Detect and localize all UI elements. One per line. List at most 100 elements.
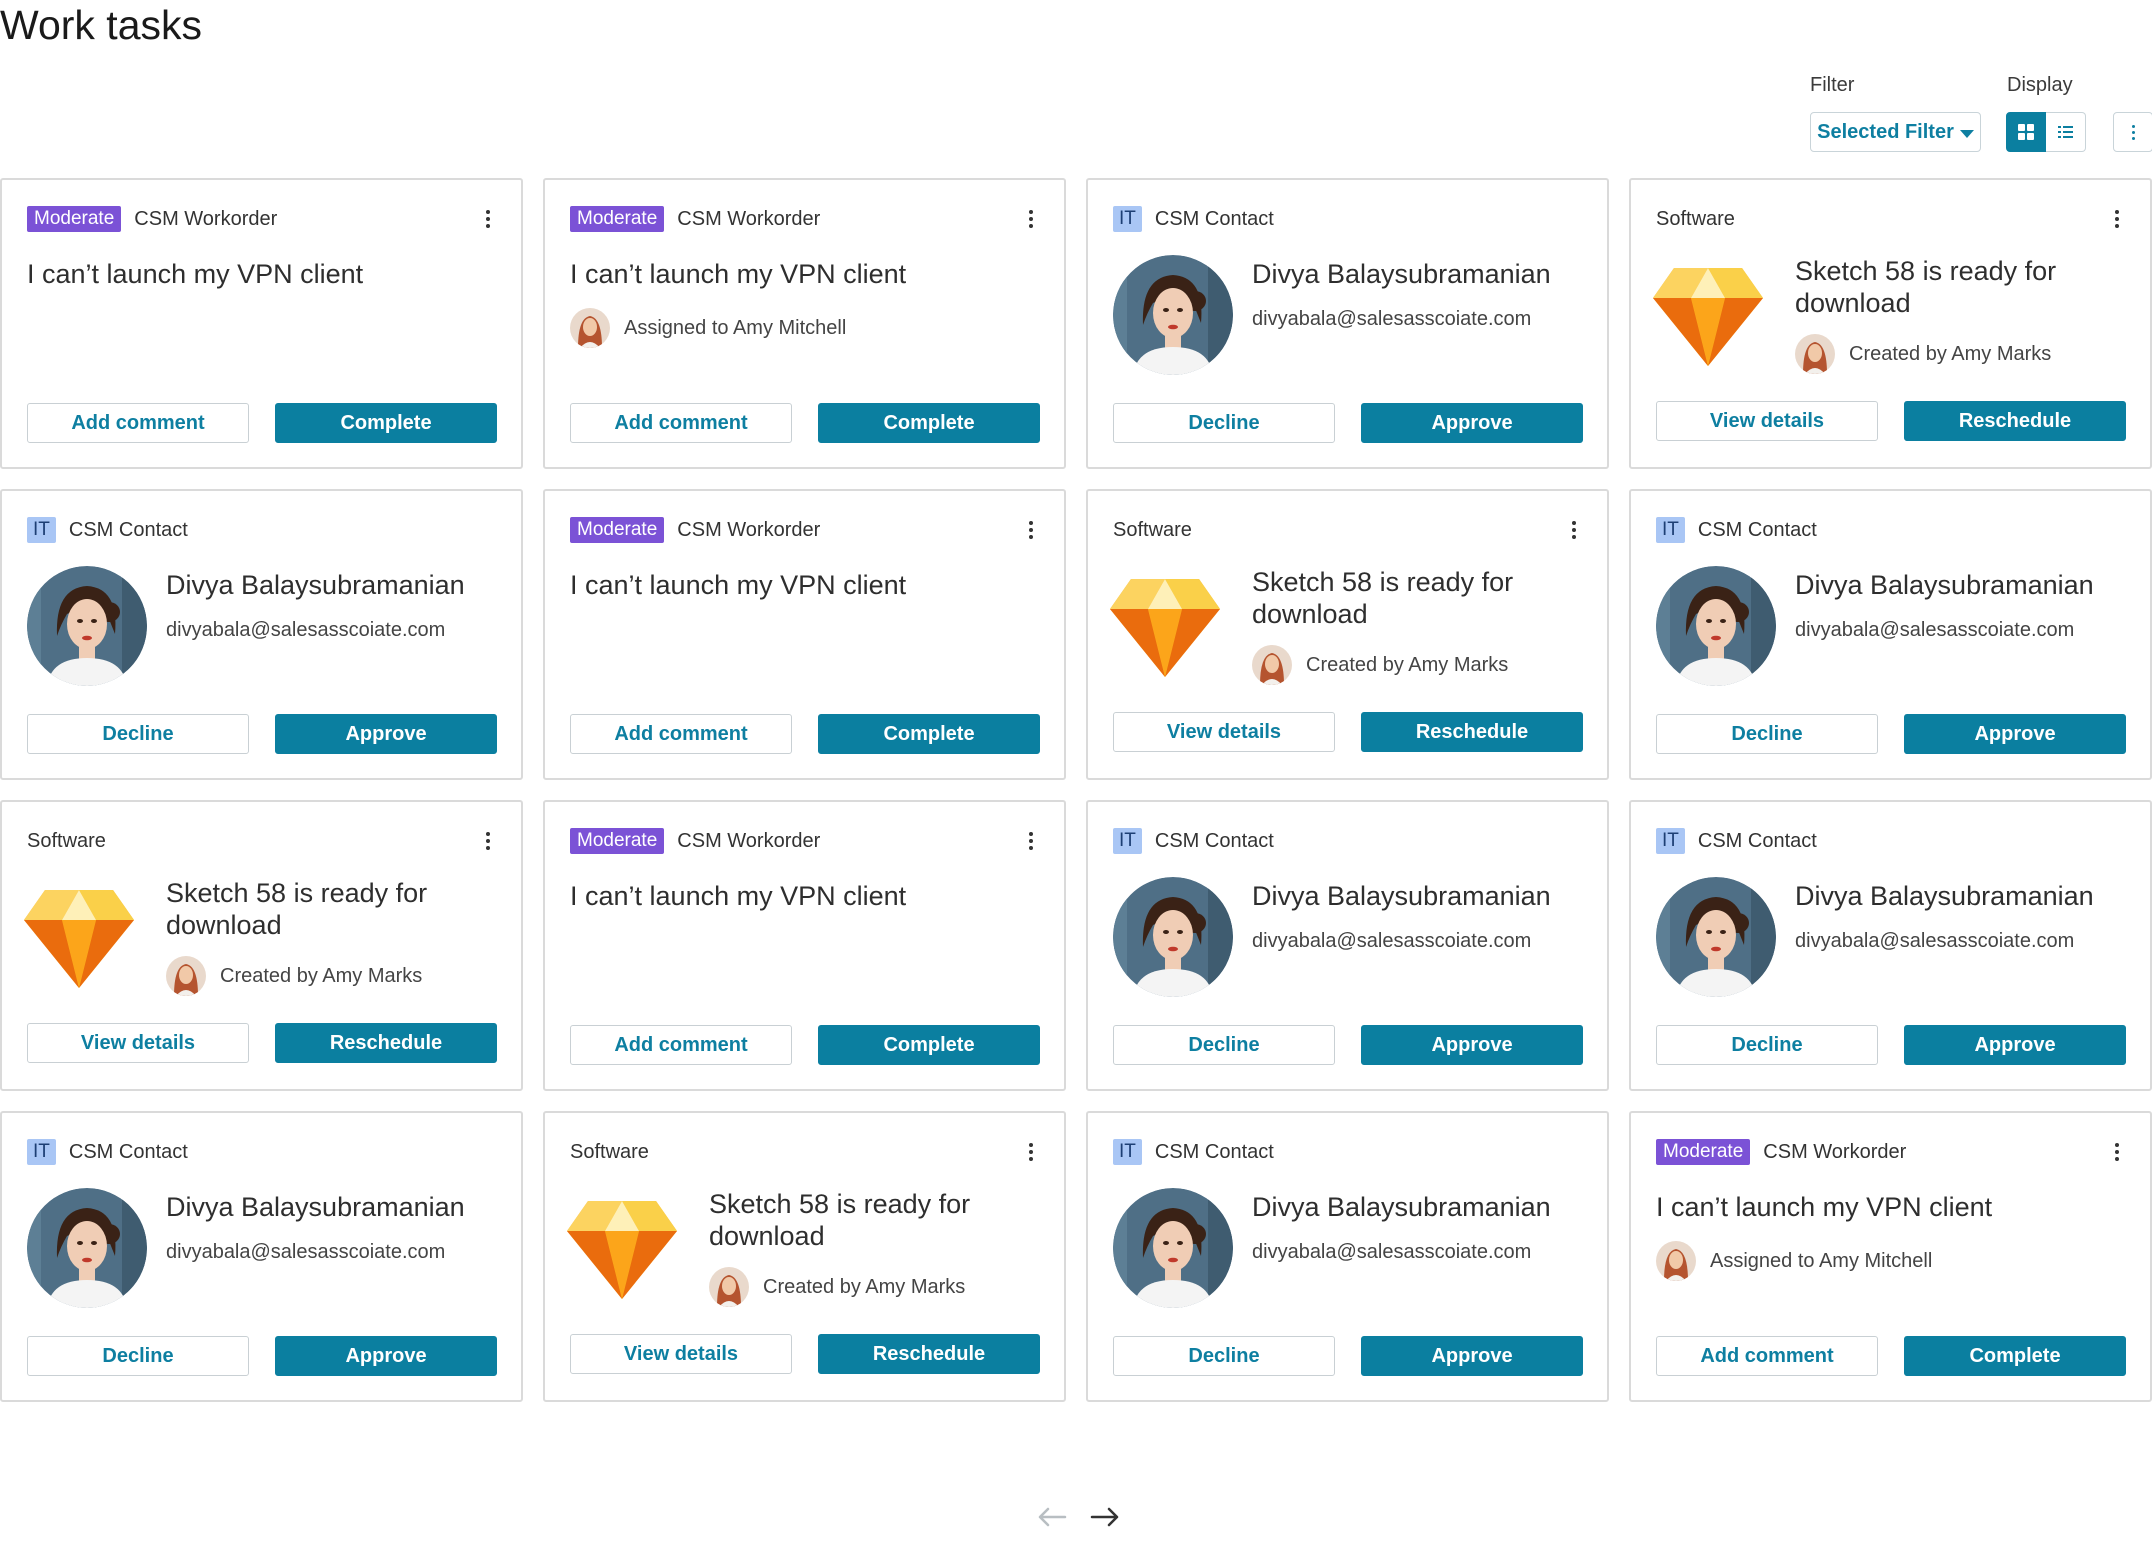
contact-name: Divya Balaysubramanian [166,1192,465,1222]
priority-badge: Moderate [570,206,665,232]
approve-button[interactable]: Approve [1904,1025,2126,1065]
card-menu-button[interactable] [1571,521,1577,541]
decline-button[interactable]: Decline [1656,714,1878,754]
task-card[interactable]: Software Sketch 58 is ready for download C… [1086,489,1609,780]
card-menu-button[interactable] [2114,1143,2120,1163]
approve-button[interactable]: Approve [1361,1025,1583,1065]
card-header: Software [27,828,106,854]
task-card[interactable]: IT CSM Contact Divya Balaysubramanian divya… [1086,1111,1609,1402]
reschedule-button[interactable]: Reschedule [818,1334,1040,1374]
contact-name: Divya Balaysubramanian [1252,259,1551,289]
contact-email: divyabala@salesasscoiate.com [1795,619,2075,641]
reschedule-button[interactable]: Reschedule [275,1023,497,1063]
task-card[interactable]: IT CSM Contact Divya Balaysubramanian divya… [1086,178,1609,469]
card-menu-button[interactable] [485,832,491,852]
creator-line: Created by Amy Marks [166,956,422,996]
contact-photo [1113,255,1233,375]
task-card[interactable]: IT CSM Contact Divya Balaysubramanian divya… [1629,489,2152,780]
task-card[interactable]: Moderate CSM Workorder I can’t launch my V… [1629,1111,2152,1402]
decline-button[interactable]: Decline [1113,403,1335,443]
task-card[interactable]: Software Sketch 58 is ready for download C… [1629,178,2152,469]
priority-badge: Moderate [27,206,122,232]
task-card[interactable]: Software Sketch 58 is ready for download C… [543,1111,1066,1402]
creator-text: Created by Amy Marks [220,964,423,987]
card-header: Moderate CSM Workorder [570,828,820,854]
more-options-button[interactable] [2113,112,2152,152]
view-details-button[interactable]: View details [1113,712,1335,752]
more-vertical-icon [1572,521,1576,525]
task-card[interactable]: Software Sketch 58 is ready for download C… [0,800,523,1091]
complete-button[interactable]: Complete [818,1025,1040,1065]
card-menu-button[interactable] [1028,1143,1034,1163]
task-card[interactable]: IT CSM Contact Divya Balaysubramanian divya… [0,1111,523,1402]
contact-email: divyabala@salesasscoiate.com [1252,1241,1532,1263]
more-vertical-icon [2131,124,2135,128]
card-type: CSM Contact [68,518,188,541]
task-card[interactable]: Moderate CSM Workorder I can’t launch my V… [0,178,523,469]
add-comment-button[interactable]: Add comment [570,714,792,754]
category-badge: IT [27,517,56,543]
card-type: Software [27,829,106,852]
card-menu-button[interactable] [1028,210,1034,230]
contact-name: Divya Balaysubramanian [166,570,465,600]
card-menu-button[interactable] [1028,521,1034,541]
add-comment-button[interactable]: Add comment [27,403,249,443]
list-view-button[interactable] [2046,112,2086,152]
complete-button[interactable]: Complete [818,714,1040,754]
view-details-button[interactable]: View details [570,1334,792,1374]
card-header: Software [1656,206,1735,232]
card-type: CSM Contact [1154,829,1274,852]
task-card[interactable]: IT CSM Contact Divya Balaysubramanian divya… [1629,800,2152,1091]
decline-button[interactable]: Decline [27,1336,249,1376]
grid-view-button[interactable] [2006,112,2046,152]
reschedule-button[interactable]: Reschedule [1904,401,2126,441]
priority-badge: Moderate [570,828,665,854]
approve-button[interactable]: Approve [275,1336,497,1376]
card-header: Moderate CSM Workorder [27,206,277,232]
contact-name: Divya Balaysubramanian [1795,881,2094,911]
filter-dropdown[interactable]: Selected Filter [1810,112,1981,152]
decline-button[interactable]: Decline [1113,1336,1335,1376]
complete-button[interactable]: Complete [818,403,1040,443]
card-title: Sketch 58 is ready for download [166,878,428,940]
task-card[interactable]: Moderate CSM Workorder I can’t launch my V… [543,178,1066,469]
reschedule-button[interactable]: Reschedule [1361,712,1583,752]
approve-button[interactable]: Approve [1904,714,2126,754]
card-type: CSM Contact [1154,1140,1274,1163]
card-menu-button[interactable] [2114,210,2120,230]
card-menu-button[interactable] [1028,832,1034,852]
contact-email: divyabala@salesasscoiate.com [1252,308,1532,330]
complete-button[interactable]: Complete [275,403,497,443]
task-card[interactable]: Moderate CSM Workorder I can’t launch my V… [543,489,1066,780]
add-comment-button[interactable]: Add comment [1656,1336,1878,1376]
assignee-line: Assigned to Amy Mitchell [1656,1241,1932,1281]
add-comment-button[interactable]: Add comment [570,1025,792,1065]
card-menu-button[interactable] [485,210,491,230]
add-comment-button[interactable]: Add comment [570,403,792,443]
complete-button[interactable]: Complete [1904,1336,2126,1376]
next-page-button[interactable] [1088,1502,1122,1532]
approve-button[interactable]: Approve [1361,403,1583,443]
card-title: I can’t launch my VPN client [27,259,364,289]
card-header: IT CSM Contact [1113,1139,1274,1165]
decline-button[interactable]: Decline [27,714,249,754]
approve-button[interactable]: Approve [275,714,497,754]
task-card[interactable]: IT CSM Contact Divya Balaysubramanian divya… [0,489,523,780]
caret-down-icon [1959,129,1974,138]
card-header: IT CSM Contact [1656,828,1817,854]
card-type: CSM Workorder [677,207,821,230]
task-card[interactable]: Moderate CSM Workorder I can’t launch my V… [543,800,1066,1091]
approve-button[interactable]: Approve [1361,1336,1583,1376]
card-header: IT CSM Contact [27,517,188,543]
display-toggle [2006,112,2086,152]
category-badge: IT [1656,828,1685,854]
card-header: Software [570,1139,649,1165]
view-details-button[interactable]: View details [1656,401,1878,441]
decline-button[interactable]: Decline [1113,1025,1335,1065]
previous-page-button[interactable] [1035,1502,1069,1532]
decline-button[interactable]: Decline [1656,1025,1878,1065]
creator-text: Created by Amy Marks [763,1275,966,1298]
view-details-button[interactable]: View details [27,1023,249,1063]
task-card[interactable]: IT CSM Contact Divya Balaysubramanian divya… [1086,800,1609,1091]
card-title: I can’t launch my VPN client [570,881,907,911]
